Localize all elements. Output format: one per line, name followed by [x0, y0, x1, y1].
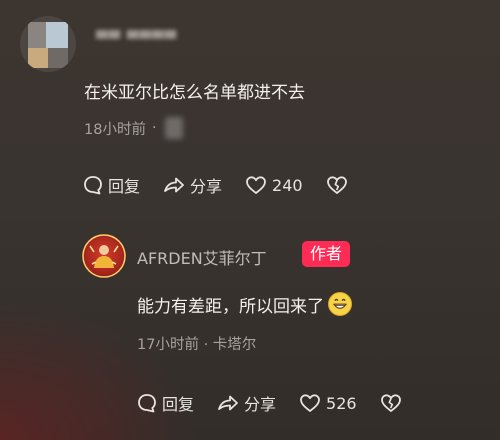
- like-count: 240: [272, 175, 303, 195]
- author-avatar[interactable]: [82, 234, 126, 278]
- comment-bubble-icon: [138, 394, 156, 413]
- reply-button[interactable]: 回复: [136, 391, 194, 415]
- broken-heart-icon: [326, 176, 347, 194]
- dislike-button[interactable]: [325, 174, 353, 196]
- reply-location: 卡塔尔: [212, 337, 257, 353]
- like-button[interactable]: 240: [244, 174, 303, 196]
- comment-text: 在米亚尔比怎么名单都进不去: [84, 83, 305, 103]
- reply-text: 能力有差距，所以回来了: [137, 296, 324, 317]
- share-button[interactable]: 分享: [216, 391, 276, 415]
- reply-text-row: 能力有差距，所以回来了: [137, 291, 353, 317]
- reply-actions: 回复 分享 526: [136, 391, 429, 415]
- author-avatar-image: [82, 234, 126, 278]
- share-arrow-icon: [164, 177, 184, 193]
- reply-time: 17小时前: [137, 337, 199, 353]
- reply-meta: 17小时前 · 卡塔尔: [137, 333, 256, 354]
- heart-icon: [300, 394, 320, 412]
- like-button[interactable]: 526: [298, 392, 357, 414]
- commenter-avatar[interactable]: [20, 16, 76, 72]
- meta-separator: ·: [203, 337, 209, 353]
- author-badge: 作者: [302, 241, 351, 267]
- heart-icon: [246, 176, 266, 194]
- meta-separator: ·: [151, 120, 157, 136]
- comment-bubble-icon: [84, 176, 102, 195]
- like-count: 526: [326, 393, 357, 413]
- reply-button[interactable]: 回复: [82, 173, 140, 197]
- share-label: 分享: [244, 395, 277, 414]
- share-arrow-icon: [218, 395, 238, 411]
- broken-heart-icon: [380, 394, 401, 412]
- commenter-username[interactable]: ▀▀ ▀▀▀▀: [96, 30, 177, 48]
- comment-meta: 18小时前 ·: [84, 117, 183, 139]
- comment-location-redacted: [164, 117, 183, 139]
- share-label: 分享: [190, 177, 223, 196]
- reply-label: 回复: [108, 177, 141, 196]
- comment-actions: 回复 分享 240: [82, 173, 375, 197]
- dislike-button[interactable]: [379, 392, 407, 414]
- share-button[interactable]: 分享: [162, 173, 222, 197]
- grinning-face-emoji: [328, 292, 352, 316]
- reply-label: 回复: [162, 395, 195, 414]
- comment-time: 18小时前: [84, 121, 146, 138]
- author-username[interactable]: AFRDEN艾菲尔丁: [137, 245, 267, 269]
